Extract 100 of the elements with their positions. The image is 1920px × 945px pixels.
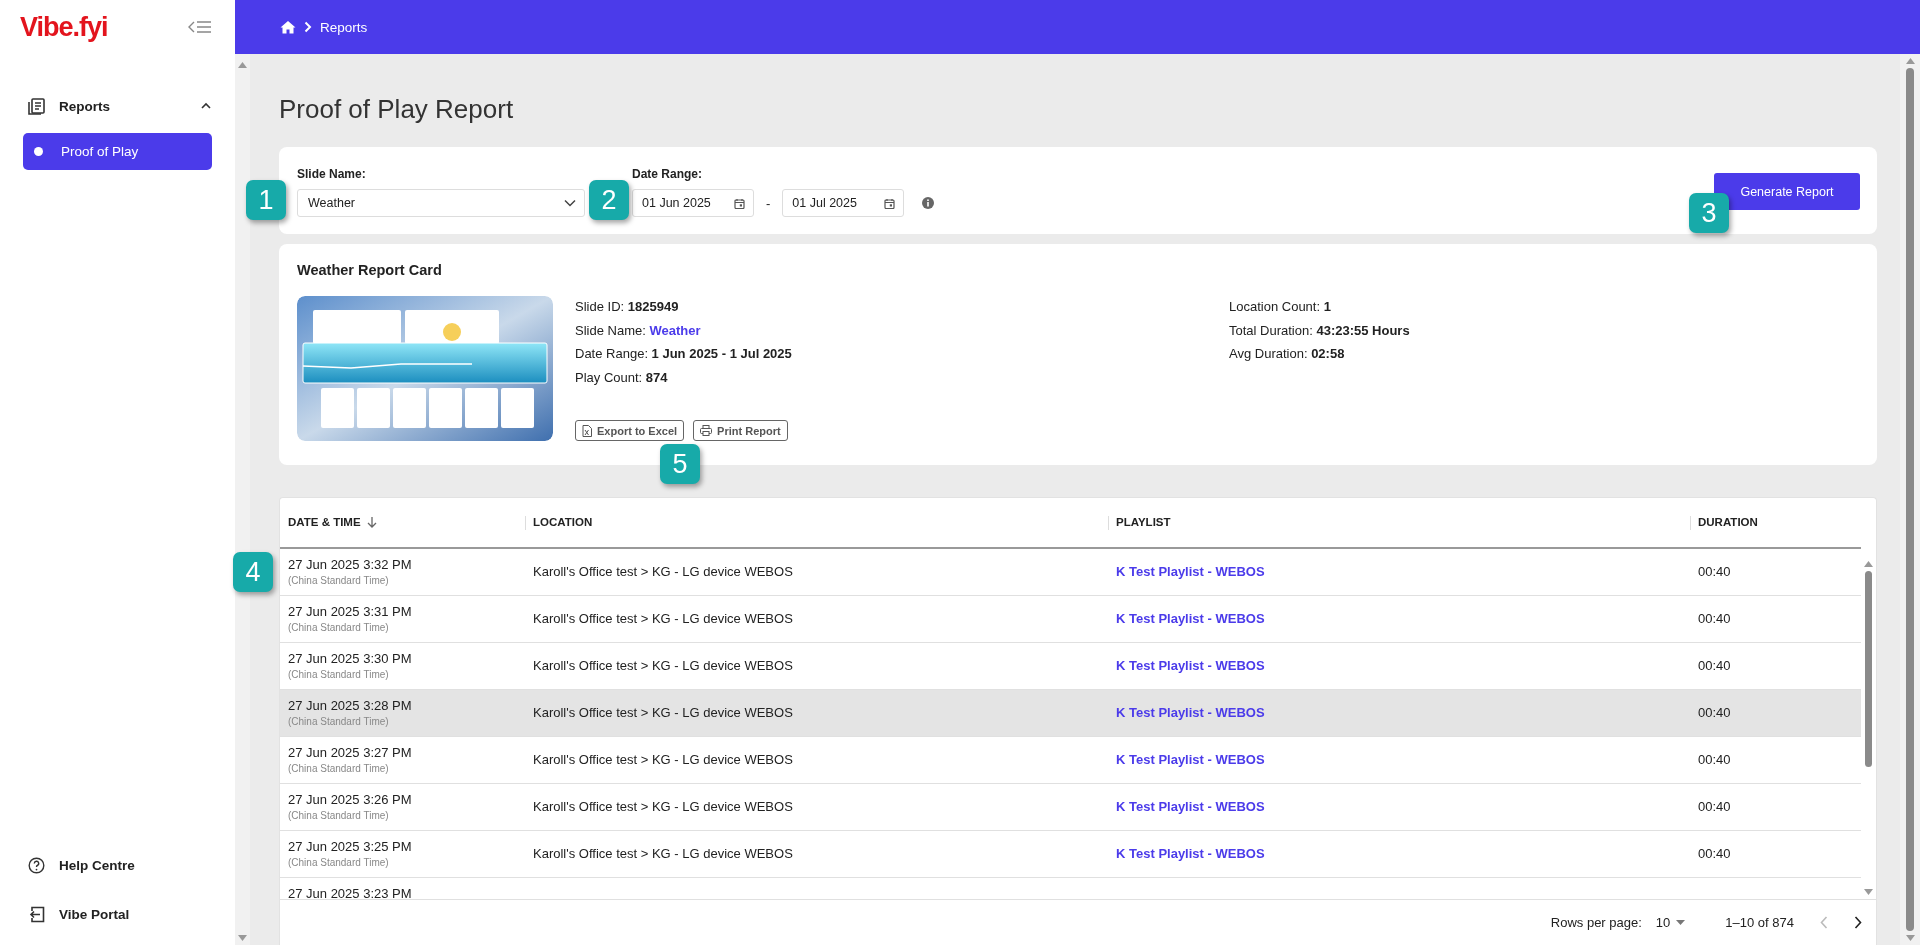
detail-text: Total Duration: 43:23:55 Hours [1229, 321, 1411, 340]
playlist-link[interactable]: K Test Playlist - WEBOS [1116, 705, 1690, 721]
timezone-text: (China Standard Time) [288, 856, 390, 868]
chevron-right-icon [1854, 915, 1862, 929]
table-cell-text: Karoll's Office test > KG - LG device WEBOS [533, 799, 794, 815]
chevron-right-icon [304, 21, 312, 33]
table-row[interactable]: 27 Jun 2025 3:28 PM (China Standard Time) Karoll's Office test > KG - LG device WEBOS K Test Playlist - WEBOS 00:40 [280, 689, 1861, 737]
breadcrumb-link[interactable]: Reports [320, 19, 368, 35]
calendar-icon [884, 197, 896, 209]
callout-badge: 1 [246, 180, 286, 220]
table-cell-text: 27 Jun 2025 3:32 PM [288, 556, 413, 572]
collapse-menu-icon[interactable] [187, 20, 211, 34]
date-field[interactable]: 01 Jun 2025 [632, 189, 754, 217]
table-cell-text: Karoll's Office test > KG - LG device WEBOS [533, 752, 794, 768]
next-page-button[interactable] [1854, 915, 1862, 929]
sort-arrow-icon [366, 516, 377, 528]
playlist-link[interactable]: K Test Playlist - WEBOS [1116, 799, 1690, 815]
scroll-down-icon [1864, 888, 1873, 895]
table-cell-text: 27 Jun 2025 3:31 PM [288, 603, 413, 619]
table-cell-text: 00:40 [1698, 564, 1732, 580]
table-cell-text: 27 Jun 2025 3:30 PM [288, 650, 413, 666]
scroll-down-icon [238, 935, 247, 941]
info-icon[interactable] [922, 197, 935, 209]
playlist-link[interactable]: K Test Playlist - WEBOS [1116, 564, 1690, 580]
logo[interactable]: Vibe.fyi [20, 11, 108, 43]
reports-icon [28, 97, 45, 115]
table-row[interactable]: 27 Jun 2025 3:30 PM (China Standard Time) Karoll's Office test > KG - LG device WEBOS K Test Playlist - WEBOS 00:40 [280, 642, 1861, 690]
page-title: Proof of Play Report [279, 94, 515, 125]
detail-text: Slide ID: 1825949 [575, 298, 680, 316]
sidebar-link[interactable]: Vibe Portal [59, 906, 130, 922]
table-cell-text: 00:40 [1698, 658, 1732, 674]
spreadsheet-icon [582, 424, 592, 437]
playlist-link[interactable]: K Test Playlist - WEBOS [1116, 846, 1690, 862]
detail-text: Avg Duration: 02:58 [1229, 345, 1346, 363]
home-icon[interactable] [280, 20, 296, 34]
table-row[interactable]: 27 Jun 2025 3:26 PM (China Standard Time) Karoll's Office test > KG - LG device WEBOS K Test Playlist - WEBOS 00:40 [280, 783, 1861, 831]
detail-text: Play Count: 874 [575, 368, 669, 387]
sidebar-group[interactable]: Reports [59, 98, 186, 114]
table-cell-text: 27 Jun 2025 3:26 PM [288, 791, 413, 807]
table-row[interactable]: 27 Jun 2025 3:31 PM (China Standard Time) Karoll's Office test > KG - LG device WEBOS K Test Playlist - WEBOS 00:40 [280, 595, 1861, 643]
scroll-up-icon [1864, 560, 1873, 567]
action-button[interactable]: Export to Excel [575, 420, 685, 441]
callout-badge: 5 [660, 444, 700, 484]
slide-name-select[interactable]: Weather [297, 189, 585, 217]
column-header[interactable]: DURATION [1698, 516, 1758, 529]
callout-badge: 3 [1689, 193, 1729, 233]
calendar-icon [734, 197, 745, 209]
table-cell-text: 27 Jun 2025 3:28 PM [288, 697, 413, 713]
field-label: Slide Name: [297, 167, 367, 181]
timezone-text: (China Standard Time) [288, 809, 390, 821]
date-field[interactable]: 01 Jul 2025 [782, 189, 905, 217]
scroll-down-icon [1905, 935, 1915, 941]
column-header[interactable]: DATE & TIME [288, 516, 361, 529]
chevron-left-icon [1820, 915, 1828, 929]
timezone-text: (China Standard Time) [288, 668, 390, 680]
table-cell-text: Karoll's Office test > KG - LG device WEBOS [533, 564, 794, 580]
table-row[interactable]: 27 Jun 2025 3:25 PM (China Standard Time) Karoll's Office test > KG - LG device WEBOS K Test Playlist - WEBOS 00:40 [280, 830, 1861, 878]
table-cell-text: Karoll's Office test > KG - LG device WEBOS [533, 705, 794, 721]
help-icon [28, 856, 45, 874]
timezone-text: (China Standard Time) [288, 621, 390, 633]
card-title: Weather Report Card [297, 262, 443, 278]
sidebar-link[interactable]: Help Centre [59, 857, 135, 873]
field-label: Date Range: [632, 167, 703, 181]
callout-badge: 2 [589, 180, 629, 220]
scroll-up-icon [238, 62, 247, 68]
pagination-range: 1–10 of 874 [1725, 914, 1794, 930]
column-header[interactable]: LOCATION [533, 516, 593, 529]
table-cell-text: Karoll's Office test > KG - LG device WEBOS [533, 658, 794, 674]
detail-text: Location Count: 1 [1229, 298, 1332, 316]
dropdown-triangle-icon [1676, 919, 1686, 925]
chevron-down-icon [564, 199, 576, 207]
detail-text: Slide Name: Weather [575, 321, 702, 340]
page-scrollbar[interactable] [1900, 54, 1920, 945]
table-cell-text: Karoll's Office test > KG - LG device WEBOS [533, 846, 794, 862]
rows-per-page-label: Rows per page: [1550, 914, 1642, 930]
table-cell-text: 27 Jun 2025 3:27 PM [288, 744, 413, 760]
printer-icon [700, 425, 713, 436]
sidebar-item[interactable]: Proof of Play [23, 133, 212, 170]
timezone-text: (China Standard Time) [288, 762, 390, 774]
table-cell-text: 27 Jun 2025 3:25 PM [288, 838, 413, 854]
detail-text: Date Range: 1 Jun 2025 - 1 Jul 2025 [575, 345, 793, 363]
playlist-link[interactable]: K Test Playlist - WEBOS [1116, 611, 1690, 627]
table-cell-text: 27 Jun 2025 3:23 PM [288, 885, 413, 899]
rows-per-page-select[interactable]: 10 [1655, 914, 1686, 930]
timezone-text: (China Standard Time) [288, 574, 390, 586]
date-separator: - [766, 195, 771, 211]
table-cell-text: 00:40 [1698, 611, 1732, 627]
playlist-link[interactable]: K Test Playlist - WEBOS [1116, 658, 1690, 674]
scroll-up-icon [1905, 58, 1915, 64]
sign-in-icon [28, 905, 45, 923]
action-button[interactable]: Print Report [693, 420, 788, 441]
column-header[interactable]: PLAYLIST [1116, 516, 1171, 529]
table-cell-text: 00:40 [1698, 752, 1732, 768]
table-row[interactable]: 27 Jun 2025 3:27 PM (China Standard Time) Karoll's Office test > KG - LG device WEBOS K Test Playlist - WEBOS 00:40 [280, 736, 1861, 784]
table-row[interactable]: 27 Jun 2025 3:32 PM (China Standard Time) Karoll's Office test > KG - LG device WEBOS K Test Playlist - WEBOS 00:40 [280, 548, 1861, 596]
table-cell-text: 00:40 [1698, 799, 1732, 815]
playlist-link[interactable]: K Test Playlist - WEBOS [1116, 752, 1690, 768]
generate-report-button[interactable]: Generate Report [1714, 173, 1860, 210]
table-cell-text: Karoll's Office test > KG - LG device WEBOS [533, 611, 794, 627]
callout-badge: 4 [233, 552, 273, 592]
